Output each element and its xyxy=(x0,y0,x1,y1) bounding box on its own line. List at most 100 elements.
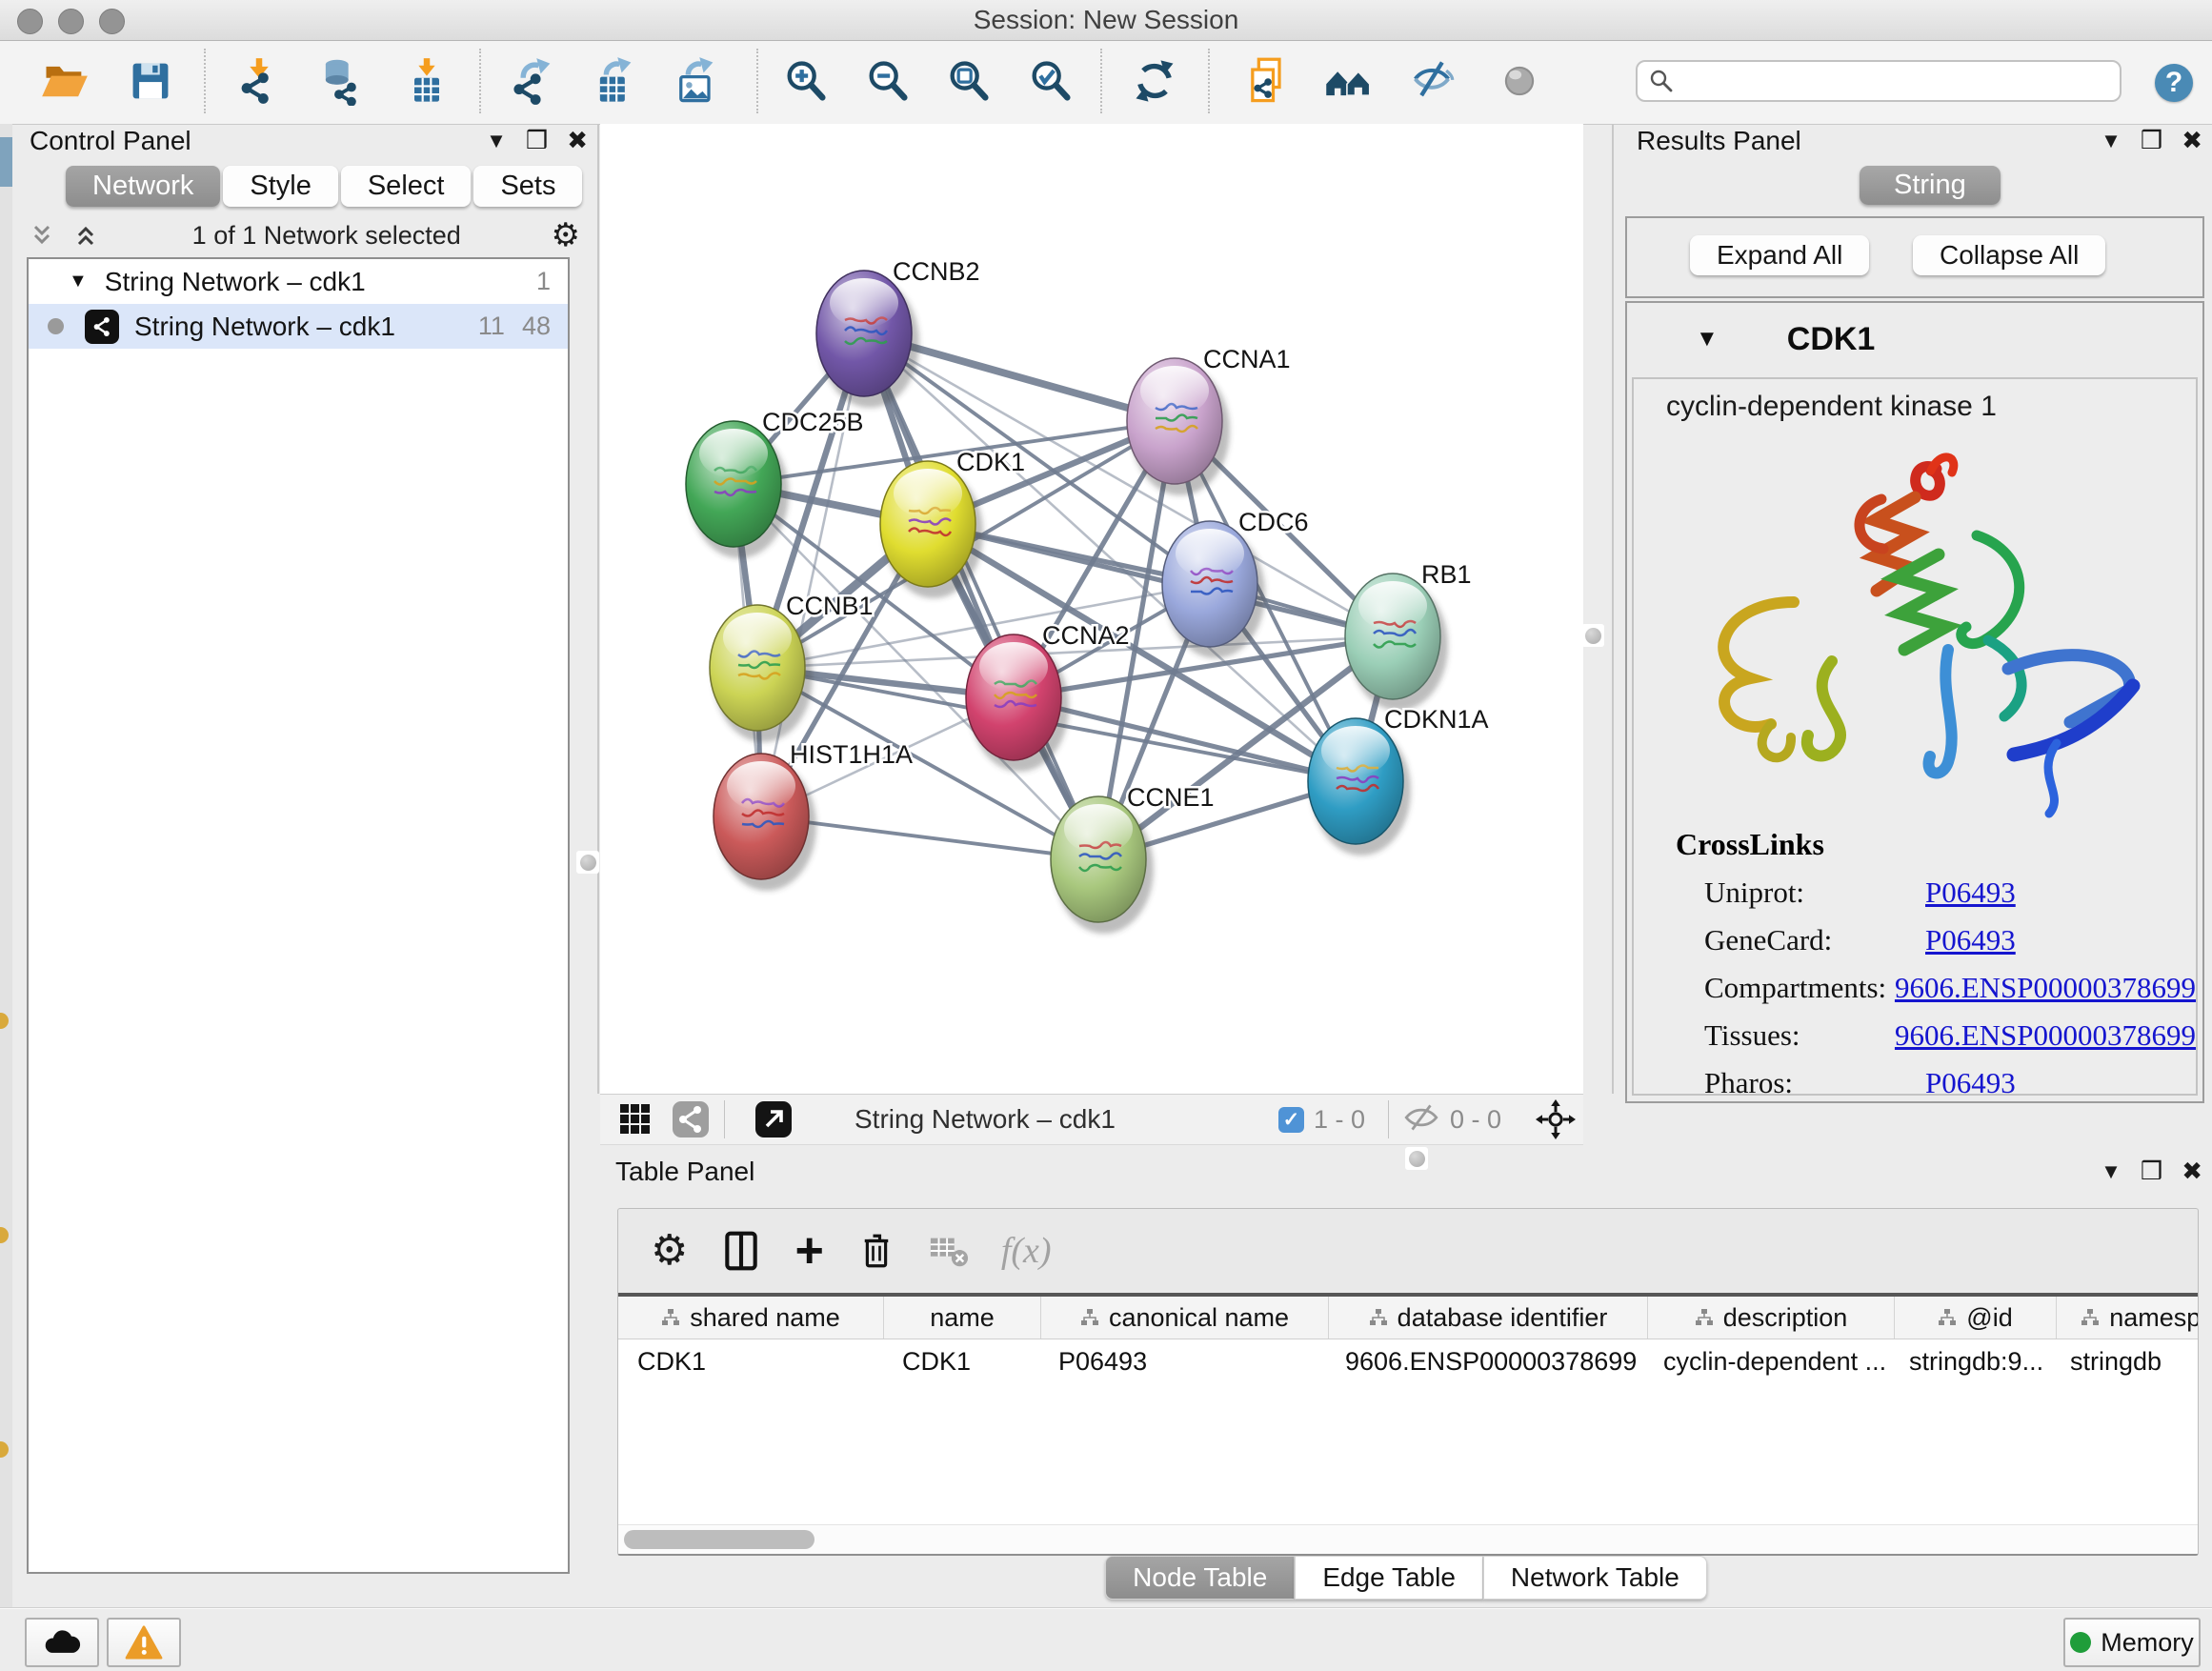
delete-column-trash-icon[interactable] xyxy=(856,1230,896,1272)
import-database-button[interactable] xyxy=(313,54,367,108)
search-box[interactable] xyxy=(1636,60,2122,102)
crosslink-link[interactable]: 9606.ENSP00000378699 xyxy=(1895,1018,2196,1053)
tab-network[interactable]: Network xyxy=(66,166,220,207)
warning-button[interactable] xyxy=(107,1618,181,1667)
close-panel-icon[interactable]: ✖ xyxy=(2182,126,2202,155)
collapse-all-icon[interactable] xyxy=(26,219,58,252)
node-RB1[interactable] xyxy=(1345,574,1448,711)
tab-node-table[interactable]: Node Table xyxy=(1105,1556,1295,1600)
selected-checkbox-icon[interactable]: ✓ xyxy=(1278,1107,1304,1133)
node-CDC6[interactable] xyxy=(1162,521,1265,658)
left-splitter[interactable] xyxy=(597,124,599,1094)
collapse-triangle-icon[interactable]: ▼ xyxy=(69,271,88,292)
toolbar-separator xyxy=(204,49,206,113)
node-CCNB1[interactable] xyxy=(710,605,813,742)
node-CCNA2[interactable] xyxy=(966,634,1069,772)
table-horizontal-scrollbar[interactable] xyxy=(618,1524,2198,1554)
grid-view-icon[interactable] xyxy=(615,1099,655,1139)
zoom-out-button[interactable] xyxy=(861,54,915,108)
crosslink-link[interactable]: P06493 xyxy=(1925,876,2016,910)
search-input[interactable] xyxy=(1681,64,2120,98)
string-style-toggle-icon[interactable] xyxy=(671,1099,711,1139)
network-collection-row[interactable]: ▼ String Network – cdk1 1 xyxy=(29,259,568,304)
scrollbar-thumb[interactable] xyxy=(624,1530,814,1549)
splitter-handle[interactable] xyxy=(576,851,599,874)
crosslink-link[interactable]: P06493 xyxy=(1925,923,2016,957)
refresh-network-button[interactable] xyxy=(1128,54,1181,108)
zoom-fit-button[interactable] xyxy=(942,54,995,108)
zoom-fit-icon xyxy=(944,56,994,106)
float-panel-icon[interactable]: ❒ xyxy=(526,126,548,155)
node-CDKN1A[interactable] xyxy=(1308,718,1411,856)
column-header-name[interactable]: name xyxy=(884,1297,1041,1339)
toolbar-separator xyxy=(1208,49,1210,113)
tab-sets[interactable]: Sets xyxy=(473,166,582,207)
network-row[interactable]: String Network – cdk1 11 48 xyxy=(29,304,568,349)
close-panel-icon[interactable]: ✖ xyxy=(2182,1157,2202,1186)
home-button[interactable] xyxy=(1321,54,1375,108)
save-session-icon xyxy=(126,56,175,106)
close-panel-icon[interactable]: ✖ xyxy=(567,126,588,155)
add-column-icon[interactable]: + xyxy=(794,1230,823,1272)
expand-all-icon[interactable] xyxy=(70,219,102,252)
collapse-triangle-icon[interactable]: ▼ xyxy=(1696,326,1719,352)
table-cell: P06493 xyxy=(1039,1339,1326,1383)
gene-header[interactable]: ▼ CDK1 xyxy=(1627,303,2202,375)
save-session-button[interactable] xyxy=(124,54,177,108)
show-items-button[interactable] xyxy=(1493,54,1546,108)
right-splitter[interactable] xyxy=(1612,124,1614,1094)
panel-menu-icon[interactable]: ▼ xyxy=(2101,129,2122,153)
float-panel-icon[interactable]: ❒ xyxy=(2141,126,2162,155)
crosslink-link[interactable]: 9606.ENSP00000378699 xyxy=(1895,971,2196,1005)
tab-string[interactable]: String xyxy=(1860,166,2001,205)
float-panel-icon[interactable]: ❒ xyxy=(2141,1157,2162,1186)
export-table-button[interactable] xyxy=(588,54,641,108)
zoom-in-button[interactable] xyxy=(779,54,833,108)
memory-label: Memory xyxy=(2101,1628,2194,1658)
node-CCNE1[interactable] xyxy=(1051,796,1154,934)
help-button[interactable]: ? xyxy=(2155,64,2193,102)
memory-button[interactable]: Memory xyxy=(2063,1618,2201,1667)
zoom-selected-button[interactable] xyxy=(1024,54,1077,108)
crosslink-link[interactable]: P06493 xyxy=(1925,1066,2016,1096)
expand-all-button[interactable]: Expand All xyxy=(1690,235,1869,275)
splitter-handle[interactable] xyxy=(1581,624,1604,647)
open-session-button[interactable] xyxy=(38,54,91,108)
column-header-description[interactable]: description xyxy=(1648,1297,1895,1339)
column-header-database-identifier[interactable]: database identifier xyxy=(1329,1297,1648,1339)
collapse-all-button[interactable]: Collapse All xyxy=(1913,235,2105,275)
share-document-button[interactable] xyxy=(1240,54,1294,108)
show-columns-icon[interactable] xyxy=(720,1230,762,1272)
edge-CCNB2-CCNE1[interactable] xyxy=(864,333,1098,859)
gear-icon[interactable]: ⚙ xyxy=(552,219,580,252)
network-view[interactable]: CCNB2CCNA1CDC25BCDK1CDC6RB1CCNB1CCNA2CDK… xyxy=(600,124,1583,1094)
home-icon xyxy=(1323,56,1373,106)
panel-menu-icon[interactable]: ▼ xyxy=(486,129,507,153)
table-settings-gear-icon[interactable]: ⚙ xyxy=(651,1235,688,1267)
cloud-button[interactable] xyxy=(25,1618,99,1667)
clear-table-icon xyxy=(929,1234,969,1268)
birdseye-navigator-icon[interactable] xyxy=(1536,1099,1576,1139)
hidden-eye-icon[interactable] xyxy=(1402,1102,1440,1137)
column-header-namespace[interactable]: namespace xyxy=(2057,1297,2198,1339)
node-HIST1H1A[interactable] xyxy=(714,754,816,891)
node-table-box: ⚙ + f(x) shared namenamecanonical nameda… xyxy=(617,1208,2199,1556)
panel-menu-icon[interactable]: ▼ xyxy=(2101,1159,2122,1184)
tab-select[interactable]: Select xyxy=(341,166,472,207)
table-row[interactable]: CDK1CDK1P064939606.ENSP00000378699cyclin… xyxy=(618,1339,2198,1383)
tab-network-table[interactable]: Network Table xyxy=(1483,1556,1707,1600)
column-header-shared-name[interactable]: shared name xyxy=(618,1297,884,1339)
column-header--id[interactable]: @id xyxy=(1895,1297,2057,1339)
open-in-window-icon[interactable] xyxy=(754,1099,794,1139)
export-network-button[interactable] xyxy=(507,54,560,108)
table-cell: CDK1 xyxy=(883,1339,1039,1383)
column-header-canonical-name[interactable]: canonical name xyxy=(1041,1297,1329,1339)
import-table-button[interactable] xyxy=(400,54,453,108)
import-network-button[interactable] xyxy=(232,54,286,108)
export-image-button[interactable] xyxy=(670,54,723,108)
edge-CDK1-RB1[interactable] xyxy=(928,524,1393,636)
node-CCNB2[interactable] xyxy=(816,271,919,408)
hide-items-button[interactable] xyxy=(1405,54,1458,108)
tab-edge-table[interactable]: Edge Table xyxy=(1295,1556,1483,1600)
tab-style[interactable]: Style xyxy=(223,166,337,207)
